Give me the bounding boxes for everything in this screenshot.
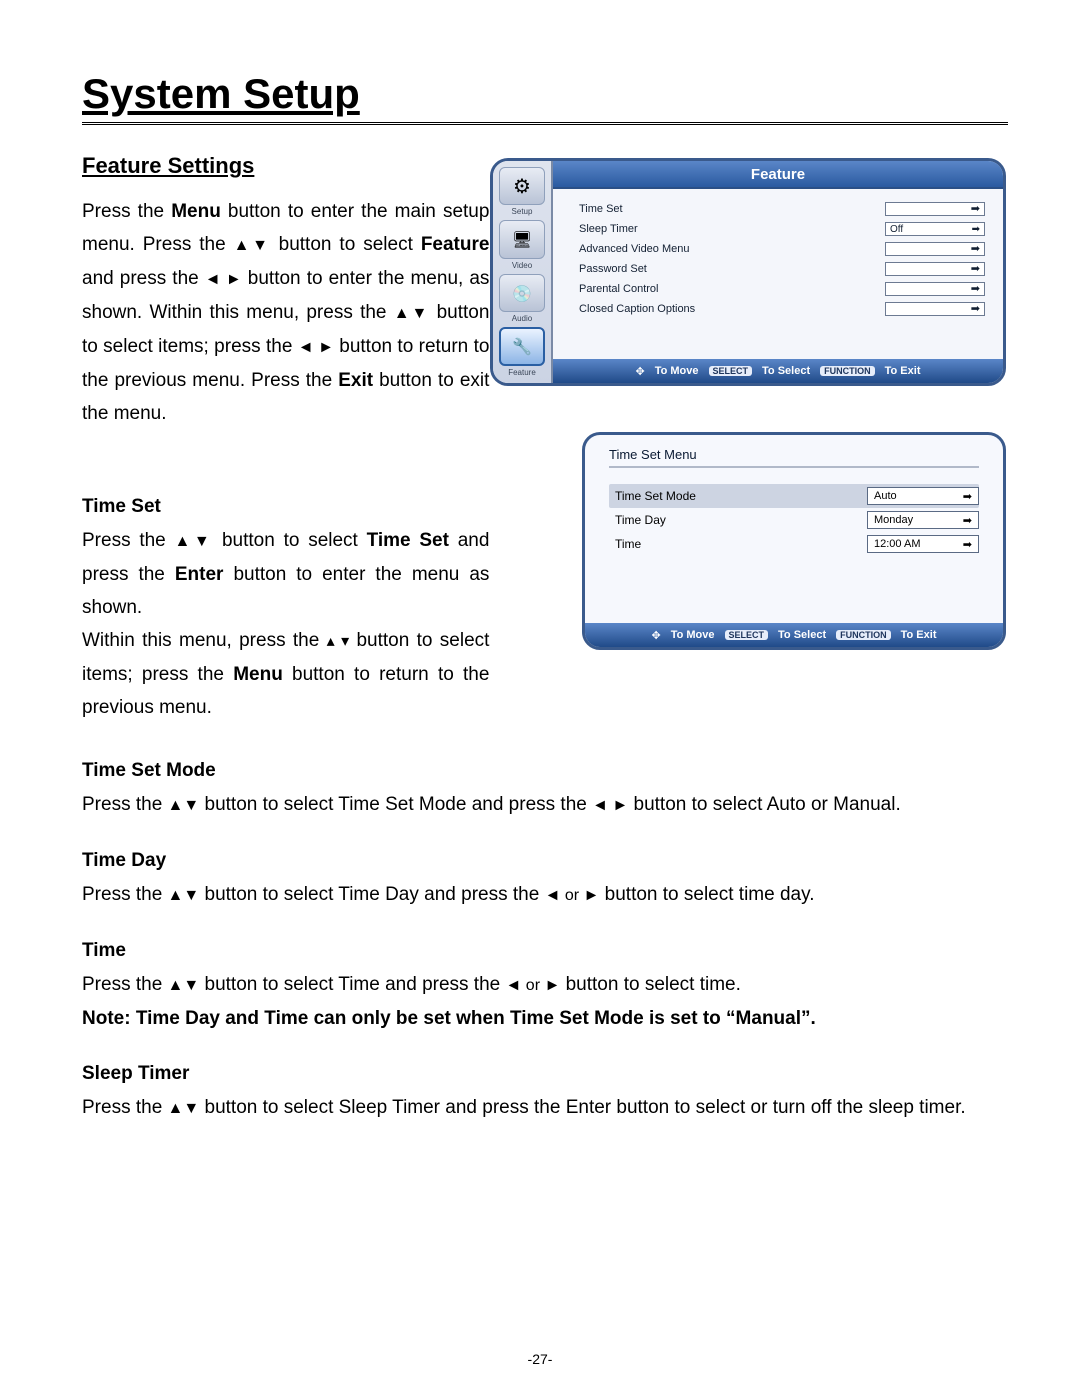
page-number: -27- [0,1351,1080,1367]
intro-paragraph: Press the Menu button to enter the main … [82,195,489,430]
timeset-osd-screenshot: Time Set Menu Time Set ModeAuto➡ Time Da… [582,432,1006,650]
osd2-row: Time Set ModeAuto➡ [609,484,979,508]
left-right-icon: ◄ or ► [545,887,600,904]
up-down-icon: ▲▼ [175,533,214,550]
up-down-icon: ▲▼ [168,797,200,814]
up-down-icon: ▲▼ [168,887,200,904]
gear-icon [513,174,531,199]
tab-label: Setup [512,207,533,216]
arrow-right-icon: ➡ [885,242,985,256]
up-down-icon: ▲▼ [168,977,200,994]
arrow-right-icon: ➡ [963,514,972,527]
left-right-icon: ◄ ► [592,797,628,814]
osd-row: Time Set➡ [579,199,985,219]
osd2-title: Time Set Menu [609,447,979,468]
time-heading: Time [82,940,1008,962]
feature-tab [499,327,545,366]
feature-osd-screenshot: Setup Video Audio Feature Feature Time S… [490,158,1006,386]
osd-row: Password Set➡ [579,259,985,279]
arrow-right-icon: ➡ [885,302,985,316]
timeset-para-1: Press the ▲▼ button to select Time Set a… [82,524,489,624]
tab-label: Video [512,261,532,270]
time-para: Press the ▲▼ button to select Time and p… [82,968,1008,1002]
select-tag: SELECT [725,630,769,640]
osd2-row: Time DayMonday➡ [609,508,979,532]
osd-body: Time Set➡ Sleep TimerOff➡ Advanced Video… [553,189,1003,359]
sleep-heading: Sleep Timer [82,1063,1008,1085]
setup-tab [499,167,545,205]
up-down-icon: ▲▼ [234,237,271,254]
mode-para: Press the ▲▼ button to select Time Set M… [82,788,1008,822]
monitor-icon [512,228,532,251]
arrow-right-icon: ➡ [885,202,985,216]
function-tag: FUNCTION [836,630,891,640]
function-tag: FUNCTION [820,366,875,376]
arrow-right-icon: ➡ [963,490,972,503]
move-icon: ✥ [652,629,661,642]
timeset-para-2: Within this menu, press the ▴ ▾ button t… [82,624,489,724]
timeset-heading: Time Set [82,496,489,518]
osd-sidebar: Setup Video Audio Feature [493,161,553,383]
osd2-footer: ✥To Move SELECTTo Select FUNCTIONTo Exit [585,623,1003,647]
osd-row: Parental Control➡ [579,279,985,299]
mode-heading: Time Set Mode [82,760,1008,782]
osd-row: Advanced Video Menu➡ [579,239,985,259]
disc-icon [512,282,532,305]
title-rule [82,122,1008,125]
arrow-right-icon: ➡ [972,224,980,235]
arrow-right-icon: ➡ [963,538,972,551]
osd-row: Sleep TimerOff➡ [579,219,985,239]
time-note: Note: Time Day and Time can only be set … [82,1002,1008,1035]
video-tab [499,220,545,258]
page-title: System Setup [82,70,1008,118]
up-down-icon: ▲▼ [168,1100,200,1117]
sleep-para: Press the ▲▼ button to select Sleep Time… [82,1091,1008,1125]
day-heading: Time Day [82,850,1008,872]
left-right-icon: ◄ ► [298,339,334,356]
wrench-icon [512,335,532,358]
arrow-right-icon: ➡ [885,262,985,276]
audio-tab [499,274,545,312]
up-down-icon: ▲▼ [394,305,430,322]
osd-row: Closed Caption Options➡ [579,299,985,319]
move-icon: ✥ [636,365,645,378]
select-tag: SELECT [709,366,753,376]
left-right-icon: ◄ or ► [506,977,561,994]
tab-label: Feature [508,368,536,377]
arrow-right-icon: ➡ [885,282,985,296]
up-down-small-icon: ▴ ▾ [327,633,350,650]
osd2-row: Time12:00 AM➡ [609,532,979,556]
day-para: Press the ▲▼ button to select Time Day a… [82,878,1008,912]
left-right-icon: ◄ ► [205,271,242,288]
tab-label: Audio [512,314,532,323]
osd-title: Feature [553,161,1003,189]
osd-footer: ✥To Move SELECTTo Select FUNCTIONTo Exit [553,359,1003,383]
